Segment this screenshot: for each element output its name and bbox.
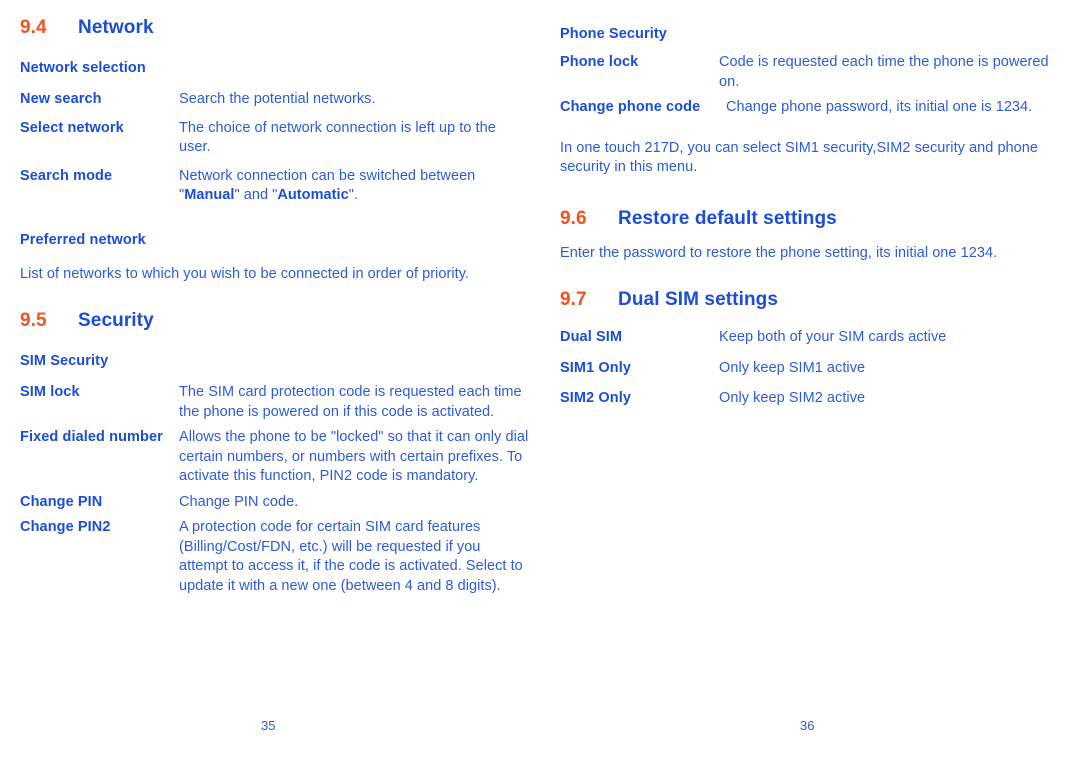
definition-description: Only keep SIM1 active [719,359,866,376]
manual-page-spread: 9.4 Network Network selection New search… [0,0,1080,767]
definition-row: Change PIN2 A protection code for certai… [20,518,530,596]
phone-security-list: Phone lock Code is requested each time t… [560,53,1070,118]
definition-row: SIM1 Only Only keep SIM1 active [560,359,1070,379]
sim-security-list: SIM lock The SIM card protection code is… [20,383,530,596]
section-number: 9.6 [560,207,587,229]
definition-description: Change PIN code. [179,493,299,510]
section-heading-dual-sim: 9.7 Dual SIM settings [560,289,1070,311]
subheading-network-selection: Network selection [20,60,146,76]
definition-row: Fixed dialed number Allows the phone to … [20,428,530,487]
definition-description: A protection code for certain SIM card f… [179,519,523,594]
definition-description: The choice of network connection is left… [179,119,496,156]
section-number: 9.4 [20,17,47,38]
section-title: Network [78,17,154,38]
definition-description: Only keep SIM2 active [719,390,866,406]
definition-row: SIM lock The SIM card protection code is… [20,383,530,422]
definition-row: Change phone code Change phone password,… [560,98,1070,118]
definition-row: Dual SIM Keep both of your SIM cards act… [560,328,1070,348]
network-selection-list: New search Search the potential networks… [20,90,530,206]
section-number: 9.7 [560,289,587,310]
dual-sim-list: Dual SIM Keep both of your SIM cards act… [560,328,1070,409]
section-heading-network: 9.4 Network [20,17,530,39]
definition-description: Keep both of your SIM cards active [719,329,947,345]
definition-description: Network connection can be switched betwe… [179,167,530,206]
definition-term: New search [20,91,102,107]
definition-row: New search Search the potential networks… [20,90,530,110]
section-title: Security [78,310,154,331]
definition-term: Phone lock [560,54,639,70]
definition-row: Search mode Network connection can be sw… [20,167,530,206]
desc-bold-automatic: Automatic [277,187,349,203]
definition-term: SIM lock [20,384,80,400]
section-title: Dual SIM settings [618,289,779,310]
preferred-network-paragraph: List of networks to which you wish to be… [20,265,470,282]
desc-text-mid: " and " [234,187,278,203]
desc-text-suffix: ". [348,187,358,203]
definition-term: Fixed dialed number [20,429,163,445]
definition-term: Search mode [20,167,113,184]
section-number: 9.5 [20,310,47,331]
desc-bold-manual: Manual [184,187,235,203]
restore-paragraph: Enter the password to restore the phone … [560,244,998,261]
section-heading-security: 9.5 Security [20,310,530,332]
phone-security-note: In one touch 217D, you can select SIM1 s… [560,139,1039,176]
definition-description: The SIM card protection code is requeste… [179,384,522,420]
definition-row: Select network The choice of network con… [20,119,530,158]
left-page-column: 9.4 Network Network selection New search… [20,0,530,767]
definition-description: Allows the phone to be "locked" so that … [179,429,529,484]
definition-description: Search the potential networks. [179,91,376,107]
definition-description: Code is requested each time the phone is… [719,54,1049,90]
section-heading-restore: 9.6 Restore default settings [560,208,1070,230]
definition-term: SIM1 Only [560,359,631,376]
page-number-right: 36 [800,718,815,733]
subheading-preferred-network: Preferred network [20,231,146,248]
definition-term: Change PIN2 [20,519,111,535]
definition-term: SIM2 Only [560,390,631,406]
page-number-left: 35 [261,718,276,733]
definition-term: Change PIN [20,493,103,510]
definition-row: SIM2 Only Only keep SIM2 active [560,389,1070,409]
right-page-column: Phone Security Phone lock Code is reques… [560,0,1070,767]
definition-row: Phone lock Code is requested each time t… [560,53,1070,92]
subheading-phone-security: Phone Security [560,26,667,42]
definition-term: Select network [20,119,124,136]
section-title: Restore default settings [618,207,837,229]
definition-term: Change phone code [560,99,701,115]
definition-row: Change PIN Change PIN code. [20,493,530,513]
definition-term: Dual SIM [560,329,623,345]
definition-description: Change phone password, its initial one i… [726,99,1033,115]
subheading-sim-security: SIM Security [20,353,109,369]
